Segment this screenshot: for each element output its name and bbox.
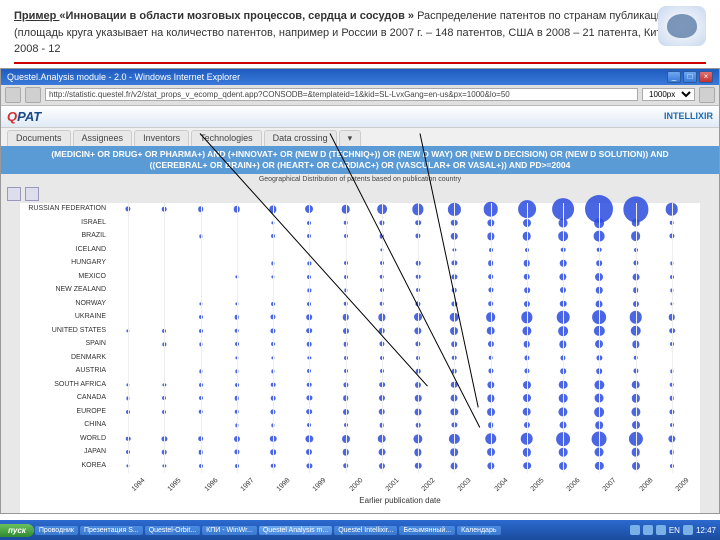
intellixir-brand: INTELLIXIR: [664, 111, 713, 121]
x-label: 1999: [312, 477, 328, 493]
windows-taskbar[interactable]: пуск Проводник Презентация S... Questel-…: [0, 520, 720, 540]
window-title: Questel.Analysis module - 2.0 - Windows …: [7, 72, 240, 82]
tray-icon[interactable]: [683, 525, 693, 535]
y-label: CHINA: [84, 421, 106, 428]
x-axis: Earlier publication date 1994 1995 1996 199…: [110, 475, 690, 505]
x-label: 2002: [421, 477, 437, 493]
y-label: JAPAN: [84, 448, 106, 455]
minimize-button[interactable]: _: [667, 71, 681, 83]
task-item[interactable]: Questel-Orbit...: [145, 526, 200, 535]
system-tray[interactable]: EN 12:47: [630, 525, 720, 535]
task-item[interactable]: Календарь: [457, 526, 500, 535]
tab-more[interactable]: ▾: [339, 130, 362, 146]
tab-assignees[interactable]: Assignees: [73, 130, 133, 146]
y-label: WORLD: [80, 435, 106, 442]
settings-icon[interactable]: [25, 187, 39, 201]
tab-technologies[interactable]: Technologies: [191, 130, 262, 146]
slide-header: Пример «Инновации в области мозговых про…: [0, 0, 720, 62]
x-label: 1998: [276, 477, 292, 493]
tab-datacrossing[interactable]: Data crossing: [264, 130, 337, 146]
tray-icon[interactable]: [630, 525, 640, 535]
header-title: «Инновации в области мозговых процессов,…: [59, 10, 414, 22]
browser-toolbar: http://statistic.questel.fr/v2/stat_prop…: [1, 85, 719, 106]
header-prefix: Пример: [14, 10, 59, 22]
back-button[interactable]: [5, 87, 21, 103]
y-label: MEXICO: [78, 273, 106, 280]
y-label: HUNGARY: [71, 259, 106, 266]
y-label: BRAZIL: [81, 232, 106, 239]
x-label: 2001: [384, 477, 400, 493]
y-label: CANADA: [77, 394, 106, 401]
bubble-chart[interactable]: RUSSIAN FEDERATION ISRAEL BRAZIL ICELAND HUN…: [20, 203, 700, 513]
task-item-active[interactable]: Questel Analysis m...: [259, 526, 332, 535]
x-label: 2003: [457, 477, 473, 493]
task-item[interactable]: КПИ - WinWr...: [202, 526, 257, 535]
tab-documents[interactable]: Documents: [7, 130, 71, 146]
browser-window: Questel.Analysis module - 2.0 - Windows …: [0, 68, 720, 514]
x-label: 2000: [348, 477, 364, 493]
y-label: NEW ZEALAND: [55, 286, 106, 293]
zoom-select[interactable]: 1000px: [642, 88, 695, 101]
task-item[interactable]: Безымянный...: [399, 526, 455, 535]
export-icon[interactable]: [7, 187, 21, 201]
x-label: 2008: [638, 477, 654, 493]
start-button[interactable]: пуск: [0, 524, 34, 537]
x-label: 1997: [239, 477, 255, 493]
x-label: 1994: [131, 477, 147, 493]
x-label: 2006: [566, 477, 582, 493]
query-line2: ((CEREBRAL+ OR BRAIN+) OR (HEART+ OR CAR…: [5, 160, 715, 171]
x-axis-title: Earlier publication date: [359, 496, 440, 505]
tab-inventors[interactable]: Inventors: [134, 130, 189, 146]
x-label: 1995: [167, 477, 183, 493]
task-item[interactable]: Questel Intellixir...: [334, 526, 397, 535]
x-label: 2007: [602, 477, 618, 493]
app-tabs: Documents Assignees Inventors Technologi…: [1, 128, 719, 146]
y-label: NORWAY: [75, 300, 106, 307]
x-label: 1996: [203, 477, 219, 493]
y-label: UKRAINE: [75, 313, 106, 320]
forward-button[interactable]: [25, 87, 41, 103]
y-label: SPAIN: [86, 340, 107, 347]
query-display: (MEDICIN+ OR DRUG+ OR PHARMA+) AND (+INN…: [1, 146, 719, 174]
browser-titlebar[interactable]: Questel.Analysis module - 2.0 - Windows …: [1, 69, 719, 85]
chart-subtitle: Geographical Distribution of patents bas…: [1, 174, 719, 185]
maximize-button[interactable]: □: [683, 71, 697, 83]
y-axis: RUSSIAN FEDERATION ISRAEL BRAZIL ICELAND HUN…: [20, 203, 110, 473]
app-header: QPAT INTELLIXIR: [1, 106, 719, 128]
y-label: EUROPE: [76, 408, 106, 415]
y-label: SOUTH AFRICA: [54, 381, 106, 388]
query-line1: (MEDICIN+ OR DRUG+ OR PHARMA+) AND (+INN…: [5, 149, 715, 160]
x-label: 2004: [493, 477, 509, 493]
lang-indicator[interactable]: EN: [669, 526, 680, 535]
clock[interactable]: 12:47: [696, 526, 716, 535]
tray-icon[interactable]: [656, 525, 666, 535]
y-label: ICELAND: [76, 246, 106, 253]
address-bar[interactable]: http://statistic.questel.fr/v2/stat_prop…: [45, 88, 638, 101]
y-label: RUSSIAN FEDERATION: [28, 205, 106, 212]
x-label: 2005: [529, 477, 545, 493]
red-divider: [14, 62, 706, 64]
task-item[interactable]: Проводник: [35, 526, 78, 535]
y-label: UNITED STATES: [52, 327, 106, 334]
y-label: ISRAEL: [81, 219, 106, 226]
close-button[interactable]: ×: [699, 71, 713, 83]
y-label: DENMARK: [71, 354, 106, 361]
tray-icon[interactable]: [643, 525, 653, 535]
task-item[interactable]: Презентация S...: [80, 526, 143, 535]
go-button[interactable]: [699, 87, 715, 103]
y-label: AUSTRIA: [76, 367, 106, 374]
brain-badge: [658, 6, 706, 46]
y-label: KOREA: [81, 462, 106, 469]
qpat-logo[interactable]: QPAT: [7, 109, 41, 124]
x-label: 2009: [674, 477, 690, 493]
plot-area: [110, 203, 690, 473]
